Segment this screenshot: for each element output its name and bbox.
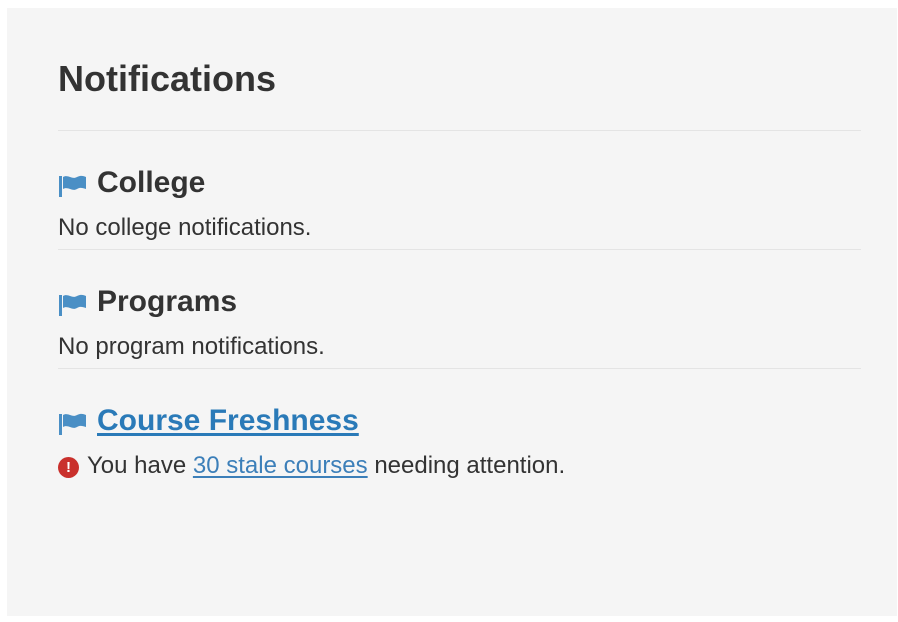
stale-courses-message: ! You have 30 stale courses needing atten…: [58, 450, 861, 482]
message-text-before: You have: [87, 452, 187, 479]
section-text-programs: No program notifications.: [58, 333, 325, 360]
message-text-after: needing attention.: [374, 452, 566, 479]
course-freshness-link[interactable]: Course Freshness: [97, 402, 359, 440]
section-heading-programs: Programs: [58, 283, 861, 321]
section-heading-label: College: [97, 166, 206, 199]
section-college: College No college notifications.: [58, 131, 861, 249]
section-course-freshness: Course Freshness ! You have 30 stale cour…: [58, 369, 861, 487]
flag-icon: [58, 289, 88, 316]
flag-icon: [58, 408, 88, 435]
panel-title: Notifications: [58, 58, 277, 99]
flag-icon: [58, 170, 88, 197]
section-programs: Programs No program notifications.: [58, 250, 861, 368]
section-heading-college: College: [58, 164, 861, 202]
section-text-college: No college notifications.: [58, 214, 312, 241]
section-heading-course-freshness: Course Freshness: [58, 402, 861, 440]
stale-courses-link[interactable]: 30 stale courses: [193, 452, 368, 479]
exclamation-circle-icon: !: [58, 457, 79, 478]
section-heading-label: Programs: [97, 285, 238, 318]
notifications-panel: Notifications College No college notific…: [7, 8, 897, 616]
